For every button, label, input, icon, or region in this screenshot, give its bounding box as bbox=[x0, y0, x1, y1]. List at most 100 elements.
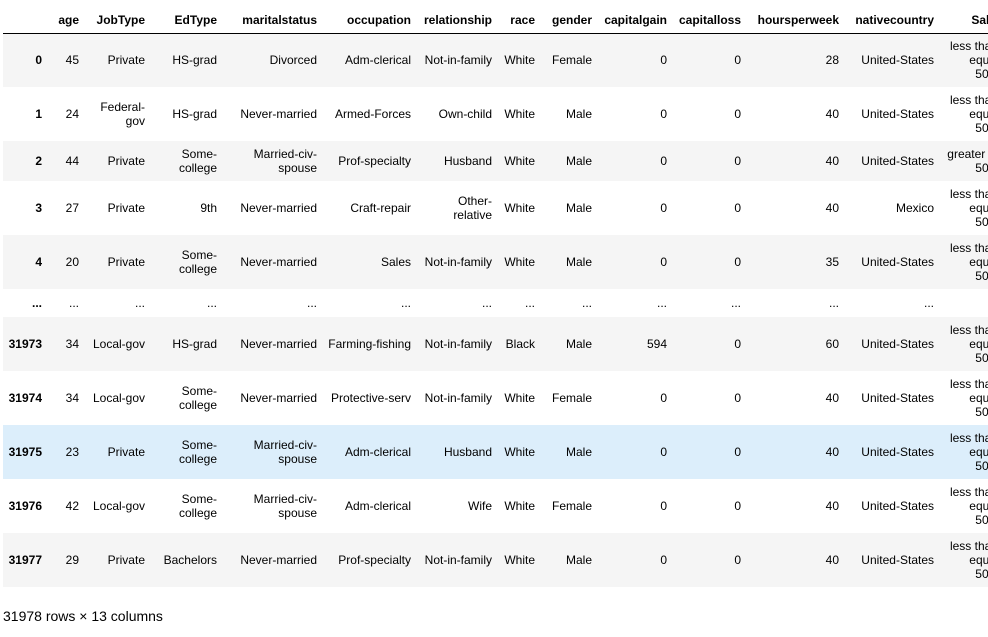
cell-capitalloss: 0 bbox=[734, 499, 741, 513]
cell-capitalgain: 0 bbox=[660, 255, 667, 269]
cell-race: White bbox=[504, 391, 535, 405]
cell-maritalstatus: Married-civ-spouse bbox=[253, 147, 317, 175]
cell-occupation: Adm-clerical bbox=[344, 445, 411, 459]
row-index: 4 bbox=[35, 255, 42, 269]
cell-race: White bbox=[504, 255, 535, 269]
cell-relationship: Not-in-family bbox=[424, 53, 492, 68]
table-row: 2 44 Private Some-college Married-civ-spouse… bbox=[3, 141, 988, 181]
dataframe-output: age JobType EdType maritalstatus occupation r… bbox=[3, 6, 988, 587]
cell-salstat: less than or equal to 50,000 bbox=[949, 431, 988, 473]
cell-capitalloss: 0 bbox=[734, 553, 741, 567]
index-header bbox=[3, 6, 47, 34]
cell-edtype: ... bbox=[206, 296, 217, 310]
row-index: 0 bbox=[35, 53, 42, 68]
column-header-jobtype: JobType bbox=[84, 6, 150, 34]
cell-maritalstatus: Married-civ-spouse bbox=[253, 438, 317, 466]
column-header-capitalloss: capitalloss bbox=[672, 6, 746, 34]
cell-gender: Male bbox=[565, 445, 592, 459]
cell-gender: Male bbox=[565, 107, 592, 121]
cell-edtype: Some-college bbox=[178, 438, 217, 466]
row-index: 1 bbox=[35, 107, 42, 121]
cell-capitalloss: 0 bbox=[734, 53, 741, 68]
cell-race: White bbox=[504, 553, 535, 567]
column-header-age: age bbox=[47, 6, 84, 34]
cell-hoursperweek: 28 bbox=[825, 53, 839, 68]
cell-age: 34 bbox=[65, 337, 79, 351]
cell-age: 34 bbox=[65, 391, 79, 405]
cell-relationship: Husband bbox=[443, 445, 492, 459]
cell-capitalloss: 0 bbox=[734, 391, 741, 405]
cell-maritalstatus: Never-married bbox=[240, 255, 317, 269]
cell-race: ... bbox=[524, 296, 535, 310]
cell-nativecountry: United-States bbox=[861, 337, 934, 351]
cell-hoursperweek: 40 bbox=[825, 445, 839, 459]
cell-gender: ... bbox=[581, 296, 592, 310]
table-row: 3 27 Private 9th Never-married Craft-repair Ot… bbox=[3, 181, 988, 235]
table-row: 31977 29 Private Bachelors Never-married Prof… bbox=[3, 533, 988, 587]
table-row: 31975 23 Private Some-college Married-civ-sp… bbox=[3, 425, 988, 479]
cell-hoursperweek: 40 bbox=[825, 107, 839, 121]
column-header-edtype: EdType bbox=[150, 6, 222, 34]
cell-nativecountry: United-States bbox=[861, 445, 934, 459]
cell-salstat: greater than 50,000 bbox=[947, 147, 988, 175]
dataframe-table: age JobType EdType maritalstatus occupation r… bbox=[3, 6, 988, 587]
row-index: 31976 bbox=[8, 499, 42, 513]
cell-edtype: Some-college bbox=[178, 147, 217, 175]
cell-maritalstatus: Never-married bbox=[240, 201, 317, 215]
cell-nativecountry: United-States bbox=[861, 391, 934, 405]
cell-hoursperweek: 40 bbox=[825, 499, 839, 513]
cell-salstat: less than or equal to 50,000 bbox=[949, 485, 988, 527]
column-header-maritalstatus: maritalstatus bbox=[222, 6, 322, 34]
cell-occupation: Protective-serv bbox=[330, 391, 411, 405]
cell-age: 27 bbox=[65, 201, 79, 215]
cell-age: 23 bbox=[65, 445, 79, 459]
cell-relationship: Not-in-family bbox=[424, 255, 492, 269]
cell-nativecountry: United-States bbox=[861, 499, 934, 513]
cell-hoursperweek: 40 bbox=[825, 391, 839, 405]
cell-nativecountry: United-States bbox=[861, 53, 934, 68]
cell-gender: Female bbox=[551, 53, 592, 68]
cell-capitalgain: 0 bbox=[660, 553, 667, 567]
cell-relationship: Not-in-family bbox=[424, 553, 492, 567]
cell-hoursperweek: 60 bbox=[825, 337, 839, 351]
row-index: 31973 bbox=[8, 337, 42, 351]
table-row: 31976 42 Local-gov Some-college Married-civ-… bbox=[3, 479, 988, 533]
table-row: 31974 34 Local-gov Some-college Never-marrie… bbox=[3, 371, 988, 425]
cell-salstat: less than or equal to 50,000 bbox=[949, 241, 988, 283]
cell-hoursperweek: 35 bbox=[825, 255, 839, 269]
cell-age: 44 bbox=[65, 154, 79, 168]
cell-salstat: less than or equal to 50,000 bbox=[949, 377, 988, 419]
column-header-relationship: relationship bbox=[416, 6, 497, 34]
cell-edtype: 9th bbox=[200, 201, 217, 215]
cell-nativecountry: United-States bbox=[861, 255, 934, 269]
row-index: 31974 bbox=[8, 391, 42, 405]
column-header-hoursperweek: hoursperweek bbox=[746, 6, 844, 34]
row-index: ... bbox=[31, 296, 42, 310]
cell-occupation: Prof-specialty bbox=[338, 154, 411, 168]
cell-jobtype: Local-gov bbox=[92, 337, 145, 351]
cell-relationship: Husband bbox=[443, 154, 492, 168]
cell-age: 42 bbox=[65, 499, 79, 513]
cell-edtype: Some-college bbox=[178, 248, 217, 276]
cell-hoursperweek: 40 bbox=[825, 154, 839, 168]
cell-maritalstatus: Never-married bbox=[240, 553, 317, 567]
cell-capitalloss: 0 bbox=[734, 154, 741, 168]
cell-jobtype: Private bbox=[107, 255, 145, 269]
cell-occupation: Adm-clerical bbox=[344, 499, 411, 513]
cell-capitalgain: 0 bbox=[660, 53, 667, 68]
column-header-occupation: occupation bbox=[322, 6, 416, 34]
dataframe-shape-summary: 31978 rows × 13 columns bbox=[3, 608, 163, 624]
cell-relationship: Own-child bbox=[438, 107, 492, 121]
cell-capitalloss: 0 bbox=[734, 255, 741, 269]
header-row: age JobType EdType maritalstatus occupation r… bbox=[3, 6, 988, 34]
cell-hoursperweek: ... bbox=[828, 296, 839, 310]
cell-edtype: HS-grad bbox=[172, 107, 217, 121]
cell-capitalgain: ... bbox=[656, 296, 667, 310]
cell-gender: Female bbox=[551, 499, 592, 513]
cell-maritalstatus: Divorced bbox=[269, 53, 317, 68]
cell-age: 29 bbox=[65, 553, 79, 567]
cell-race: Black bbox=[505, 337, 535, 351]
column-header-nativecountry: nativecountry bbox=[844, 6, 939, 34]
cell-edtype: HS-grad bbox=[172, 53, 217, 68]
cell-jobtype: Private bbox=[107, 154, 145, 168]
